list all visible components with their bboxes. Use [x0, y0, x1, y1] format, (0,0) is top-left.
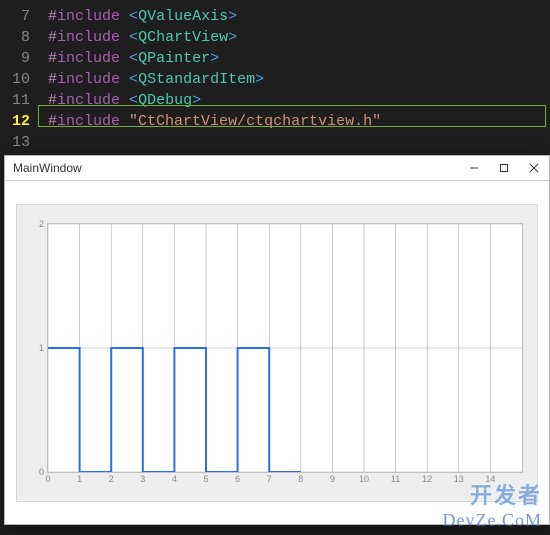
- line-number: 11: [0, 90, 30, 111]
- line-number: 13: [0, 132, 30, 153]
- window-client: 01234567891011121314012: [5, 181, 549, 524]
- x-tick-label: 5: [203, 474, 208, 484]
- x-tick-label: 0: [45, 474, 50, 484]
- code-line[interactable]: #include <QValueAxis>: [48, 6, 550, 27]
- plot-area: [47, 223, 523, 473]
- code-line[interactable]: #include <QChartView>: [48, 27, 550, 48]
- code-area[interactable]: #include <QValueAxis>#include <QChartVie…: [38, 0, 550, 160]
- code-line[interactable]: #include <QPainter>: [48, 48, 550, 69]
- line-number: 12: [0, 111, 30, 132]
- x-tick-label: 14: [485, 474, 495, 484]
- code-line[interactable]: #include "CtChartView/ctqchartview.h": [48, 111, 550, 132]
- x-tick-label: 10: [359, 474, 369, 484]
- x-tick-label: 1: [77, 474, 82, 484]
- x-tick-label: 8: [298, 474, 303, 484]
- x-tick-label: 3: [140, 474, 145, 484]
- line-number: 8: [0, 27, 30, 48]
- series-path: [48, 348, 301, 472]
- x-tick-label: 4: [172, 474, 177, 484]
- window-title: MainWindow: [13, 161, 459, 175]
- titlebar[interactable]: MainWindow: [5, 156, 549, 181]
- close-button[interactable]: [519, 156, 549, 180]
- y-tick-label: 0: [39, 467, 44, 477]
- code-line[interactable]: #include <QStandardItem>: [48, 69, 550, 90]
- line-number: 10: [0, 69, 30, 90]
- x-tick-label: 9: [330, 474, 335, 484]
- line-number: 7: [0, 6, 30, 27]
- x-tick-label: 2: [109, 474, 114, 484]
- line-gutter: 78910111213: [0, 0, 38, 160]
- code-editor[interactable]: 78910111213 #include <QValueAxis>#includ…: [0, 0, 550, 160]
- code-line[interactable]: #include <QDebug>: [48, 90, 550, 111]
- line-number: 9: [0, 48, 30, 69]
- x-tick-label: 6: [235, 474, 240, 484]
- y-tick-label: 1: [39, 343, 44, 353]
- code-line[interactable]: [48, 132, 550, 153]
- x-tick-label: 7: [267, 474, 272, 484]
- y-tick-label: 2: [39, 219, 44, 229]
- minimize-button[interactable]: [459, 156, 489, 180]
- chart-series: [48, 224, 522, 472]
- maximize-button[interactable]: [489, 156, 519, 180]
- x-tick-label: 11: [391, 474, 400, 484]
- x-tick-label: 12: [422, 474, 432, 484]
- x-tick-label: 13: [454, 474, 464, 484]
- chart-view[interactable]: 01234567891011121314012: [16, 204, 538, 502]
- app-window: MainWindow 01234567891011121314012: [4, 155, 550, 525]
